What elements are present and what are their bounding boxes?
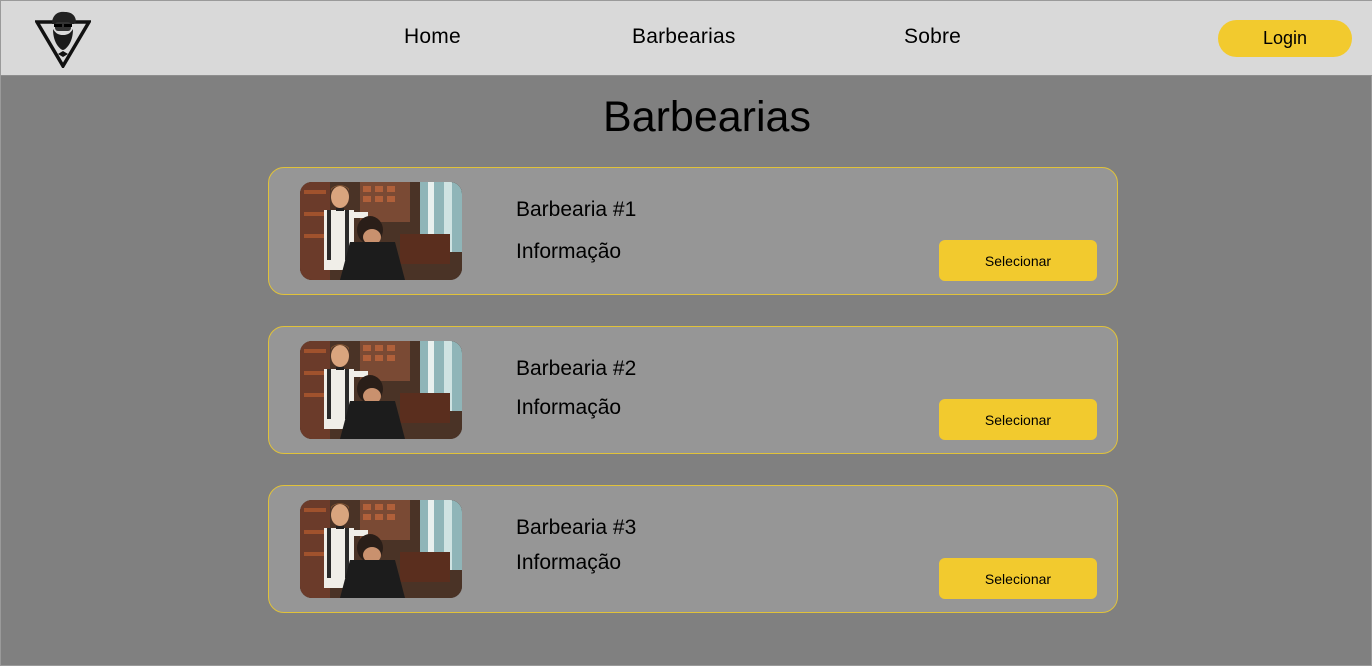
barbershop-card: Barbearia #2 Informação Selecionar [268,326,1118,454]
barbershop-photo [300,182,462,280]
top-navbar: Home Barbearias Sobre Login [1,1,1372,76]
nav-barbearias-link[interactable]: Barbearias [632,25,736,49]
barbershop-info: Informação [516,396,622,419]
barbershop-info: Informação [516,240,622,263]
nav-sobre-link[interactable]: Sobre [904,25,961,49]
nav-home-link[interactable]: Home [404,25,461,49]
page-title: Barbearias [603,93,811,141]
barbershop-name: Barbearia #2 [516,357,637,380]
select-button[interactable]: Selecionar [939,240,1097,281]
select-button[interactable]: Selecionar [939,399,1097,440]
barbershop-photo [300,500,462,598]
barbershop-card: Barbearia #3 Informação Selecionar [268,485,1118,613]
bearded-man-logo-icon[interactable] [33,10,93,70]
login-button[interactable]: Login [1218,20,1352,57]
barbershop-info: Informação [516,551,622,574]
barbershop-card: Barbearia #1 Informação Selecionar [268,167,1118,295]
barbershop-photo [300,341,462,439]
page: Home Barbearias Sobre Login Barbearias B… [0,0,1372,666]
barbershop-name: Barbearia #1 [516,198,637,221]
barbershop-name: Barbearia #3 [516,516,637,539]
select-button[interactable]: Selecionar [939,558,1097,599]
